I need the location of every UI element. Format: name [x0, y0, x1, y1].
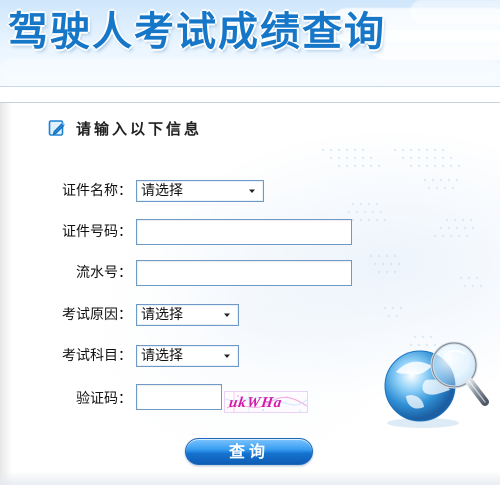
exam-reason-selected-value: 请选择	[141, 307, 183, 323]
serial-number-row: 流水号：	[0, 259, 500, 287]
serial-number-label: 流水号：	[76, 265, 132, 281]
cloud-decoration	[370, 30, 500, 60]
section-heading-text: 请输入以下信息	[76, 119, 203, 138]
exam-subject-label: 考试科目：	[62, 348, 132, 364]
chevron-down-icon	[249, 189, 255, 193]
id-number-field[interactable]	[136, 219, 352, 245]
id-type-label: 证件名称：	[62, 183, 132, 199]
serial-number-field[interactable]	[136, 260, 352, 286]
cloud-decoration	[410, 0, 500, 24]
exam-subject-selected-value: 请选择	[141, 348, 183, 364]
panel-left-shadow	[0, 103, 12, 485]
page-header: 驾驶人考试成绩查询	[0, 0, 500, 87]
exam-reason-label: 考试原因：	[62, 307, 132, 323]
chevron-down-icon	[224, 354, 230, 358]
verification-code-field[interactable]	[136, 384, 222, 410]
exam-reason-row: 考试原因： 请选择	[0, 301, 500, 329]
query-button[interactable]: 查询	[185, 438, 313, 465]
globe-search-icon	[384, 341, 489, 428]
captcha-text: ukWHa	[227, 395, 284, 411]
id-type-selected-value: 请选择	[141, 183, 183, 199]
page-title: 驾驶人考试成绩查询	[8, 9, 386, 55]
exam-subject-select[interactable]: 请选择	[136, 345, 239, 367]
id-type-row: 证件名称： 请选择	[0, 177, 500, 205]
captcha-image[interactable]: ukWHa	[224, 391, 308, 413]
chevron-down-icon	[224, 313, 230, 317]
exam-reason-select[interactable]: 请选择	[136, 304, 239, 326]
cloud-decoration	[0, 58, 500, 82]
id-number-row: 证件号码：	[0, 218, 500, 246]
driver-exam-score-query-page: 驾驶人考试成绩查询 请输入以下信息 证件名称： 请选择 证件号码： 流水号： 考…	[0, 0, 500, 485]
section-heading: 请输入以下信息	[48, 118, 202, 138]
id-type-select[interactable]: 请选择	[136, 180, 264, 202]
id-number-label: 证件号码：	[62, 224, 132, 240]
bottom-shade	[0, 471, 500, 485]
verification-code-label: 验证码：	[76, 391, 132, 407]
edit-icon	[48, 120, 65, 136]
